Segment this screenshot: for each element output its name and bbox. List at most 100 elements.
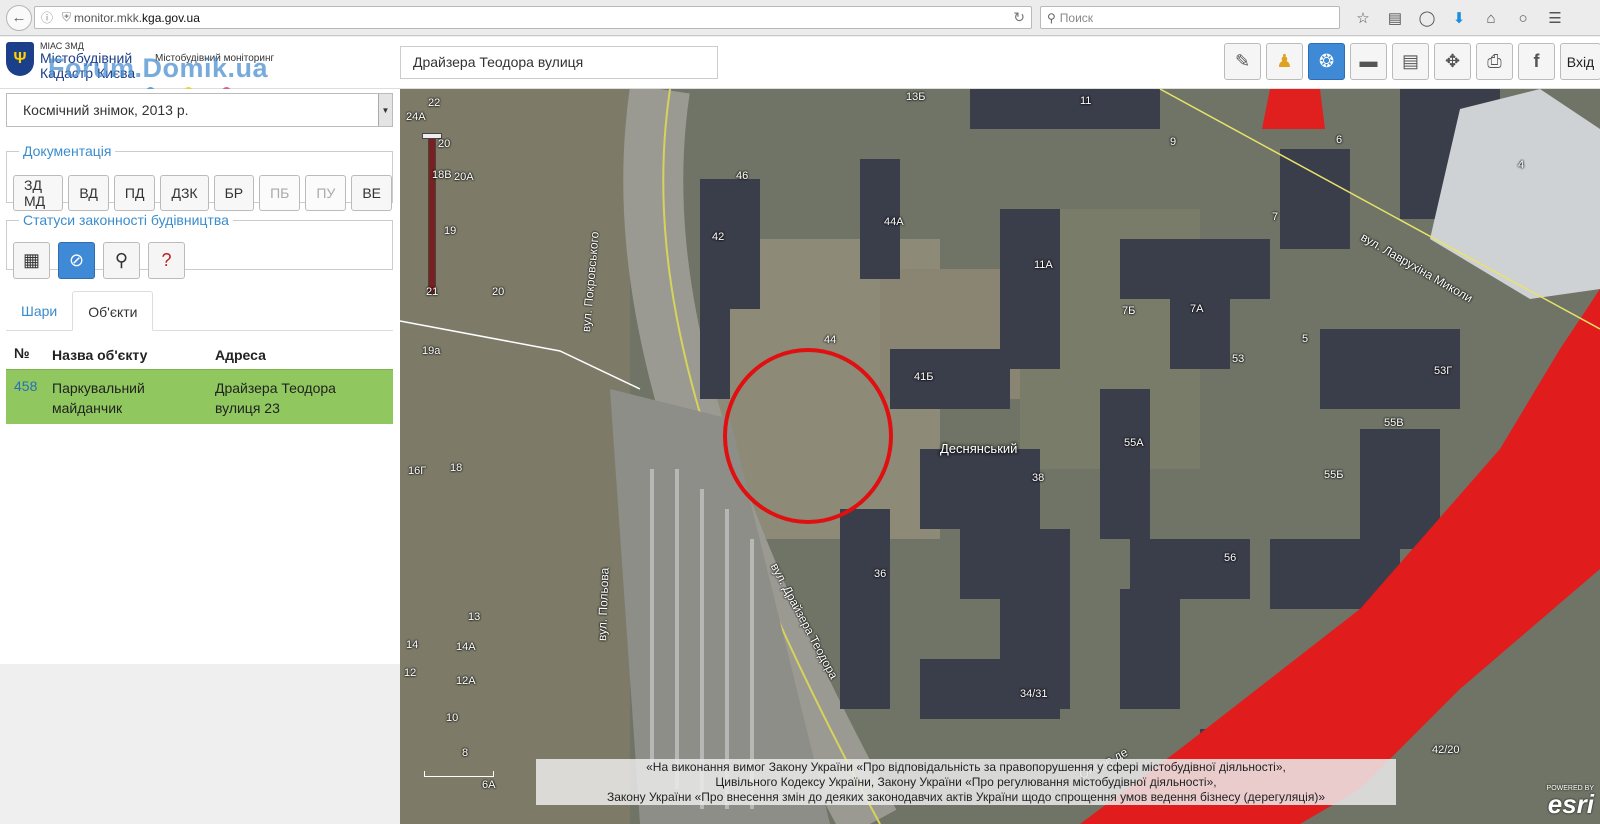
map-toolbar: ✎ ♟ ❂ ▬ ▤ ✥ ⎙ f Вхід [1219, 43, 1600, 80]
building-label: 42 [712, 231, 725, 243]
building-label: 12А [456, 675, 476, 687]
building-label: 11 [1080, 95, 1092, 107]
building-label: 12 [404, 667, 417, 679]
zoom-slider[interactable] [428, 134, 436, 294]
app-header: Ψ МІАС ЗМД Містобудівний Кадастр Києва М… [0, 37, 1600, 96]
building-label: 42/20 [1432, 744, 1460, 756]
status-group: Статуси законності будівництва ▦ ⊘ ⚲ ? [6, 212, 393, 279]
doc-button-zd-md[interactable]: ЗД МД [13, 175, 64, 211]
building-label: 44 [824, 334, 837, 346]
ruler-icon[interactable]: ▬ [1350, 43, 1387, 80]
edit-icon[interactable]: ✎ [1224, 43, 1261, 80]
search-question-icon[interactable]: ? [148, 242, 185, 279]
documentation-group: Документація ЗД МД ВД ПД ДЗК БР ПБ ПУ ВЕ [6, 143, 393, 211]
header-num: № [14, 345, 30, 361]
district-label: Деснянський [940, 441, 1018, 456]
building-label: 24А [406, 111, 426, 123]
doc-button-pb[interactable]: ПБ [259, 175, 301, 211]
doc-button-pu[interactable]: ПУ [305, 175, 347, 211]
address-search-input[interactable]: Драйзера Теодора вулиця [400, 46, 718, 79]
download-icon[interactable]: ⬇ [1446, 6, 1472, 30]
building-label: 53 [1232, 353, 1245, 365]
building-label: 41Б [914, 371, 934, 383]
search-icon[interactable]: ⚲ [103, 242, 140, 279]
home-icon[interactable]: ⌂ [1478, 6, 1504, 30]
info-icon[interactable]: ⓘ [41, 9, 53, 26]
measure-area-icon[interactable]: ▤ [1392, 43, 1429, 80]
print-icon[interactable]: ⎙ [1476, 43, 1513, 80]
esri-logo[interactable]: POWERED BY esri [1547, 785, 1594, 819]
building-crane-icon[interactable]: ▦ [13, 242, 50, 279]
table-row[interactable]: 458 Паркувальний майданчик Драйзера Теод… [6, 369, 393, 424]
doc-button-ve[interactable]: ВЕ [351, 175, 392, 211]
tab-layers[interactable]: Шари [6, 291, 72, 330]
prohibited-building-icon[interactable]: ⊘ [58, 242, 95, 279]
documentation-legend: Документація [23, 143, 112, 159]
pan-icon[interactable]: ✥ [1434, 43, 1471, 80]
building-label: 5 [1302, 333, 1309, 345]
reading-list-icon[interactable]: ▤ [1382, 6, 1408, 30]
building-label: 11А [1034, 259, 1053, 271]
reload-icon[interactable]: ↻ [1013, 9, 1025, 26]
streetview-person-icon[interactable]: ♟ [1266, 43, 1303, 80]
panel-footer-area [0, 664, 400, 824]
dropdown-arrow-icon[interactable]: ▼ [378, 94, 392, 126]
doc-button-dzk[interactable]: ДЗК [160, 175, 209, 211]
basemap-selected-value: Космічний знімок, 2013 р. [23, 102, 189, 118]
legal-notice-line3: Закону України «Про внесення змін до дея… [607, 790, 1325, 804]
building-label: 18 [450, 462, 463, 474]
doc-button-br[interactable]: БР [213, 175, 255, 211]
esri-text: esri [1547, 789, 1594, 819]
menu-icon[interactable]: ☰ [1542, 6, 1568, 30]
satellite-imagery [400, 89, 1600, 824]
row-address: Драйзера Теодора вулиця 23 [209, 370, 393, 424]
facebook-icon[interactable]: f [1518, 43, 1555, 80]
back-arrow-icon[interactable]: ← [6, 4, 32, 31]
row-address-line2: вулиця 23 [215, 400, 280, 416]
magnifier-icon: ⚲ [1047, 10, 1056, 25]
building-label: 55Б [1324, 469, 1344, 481]
url-bar[interactable]: ⓘ ⛨ monitor.mkk.kga.gov.ua ↻ [34, 6, 1032, 29]
building-label: 20 [438, 138, 451, 150]
pocket-icon[interactable]: ◯ [1414, 6, 1440, 30]
building-label: 7Б [1122, 305, 1136, 317]
tab-objects[interactable]: Об'єкти [72, 291, 154, 331]
row-name-line2: майданчик [52, 400, 123, 416]
doc-button-vd[interactable]: ВД [68, 175, 109, 211]
building-label: 14 [406, 639, 419, 651]
compass-icon[interactable]: ❂ [1308, 43, 1345, 80]
status-legend: Статуси законності будівництва [23, 212, 229, 228]
building-label: 55А [1124, 437, 1144, 449]
basemap-select[interactable]: Космічний знімок, 2013 р. ▼ [6, 93, 393, 127]
left-panel: Космічний знімок, 2013 р. ▼ Документація… [0, 89, 400, 824]
building-label: 38 [1032, 472, 1045, 484]
row-num[interactable]: 458 [6, 370, 46, 424]
building-label: 6 [1336, 134, 1343, 146]
building-label: 56 [1224, 552, 1237, 564]
building-label: 13 [468, 611, 481, 623]
doc-button-pd[interactable]: ПД [113, 175, 156, 211]
legal-notice: «На виконання вимог Закону України «Про … [536, 759, 1396, 805]
building-label: 7 [1272, 211, 1279, 223]
building-label: 10 [446, 712, 459, 724]
building-label: 34/31 [1020, 688, 1048, 700]
url-text: monitor.mkk.kga.gov.ua [74, 10, 200, 25]
row-address-line1: Драйзера Теодора [215, 380, 336, 396]
chat-icon[interactable]: ○ [1510, 6, 1536, 30]
header-address: Адреса [215, 347, 266, 363]
building-label: 20 [492, 286, 505, 298]
building-label: 9 [1170, 136, 1177, 148]
building-label: 4 [1518, 159, 1525, 171]
building-label: 55В [1384, 417, 1404, 429]
building-label: 20А [454, 171, 474, 183]
building-label: 19а [422, 345, 441, 357]
legal-notice-line1: «На виконання вимог Закону України «Про … [646, 760, 1286, 774]
street-label-polska: вул. Польова [595, 567, 612, 642]
map-view[interactable]: вул. Покровського вул. Польова вул. Драй… [400, 89, 1600, 824]
panel-tabs: Шари Об'єкти [6, 291, 393, 331]
table-header: № Назва об'єкту Адреса [6, 339, 393, 369]
building-label: 16Г [408, 465, 427, 477]
exit-button[interactable]: Вхід [1560, 43, 1600, 80]
browser-search-input[interactable]: ⚲ Поиск [1040, 6, 1340, 29]
bookmark-star-icon[interactable]: ☆ [1350, 6, 1376, 30]
